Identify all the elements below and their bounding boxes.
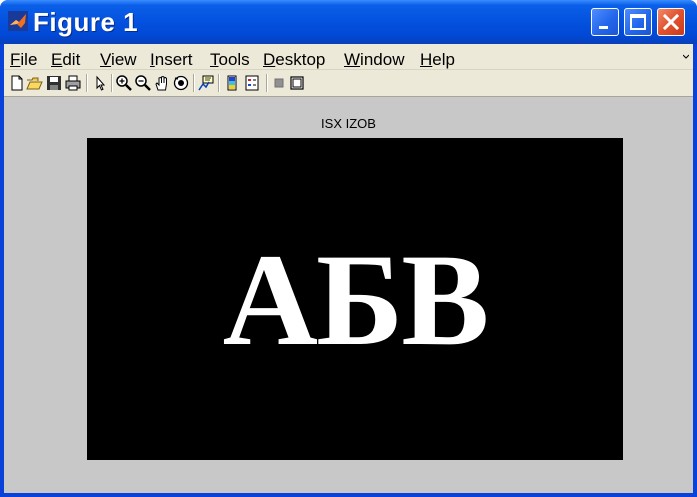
- zoom-in-icon[interactable]: [115, 74, 133, 92]
- menu-tools[interactable]: Tools: [210, 50, 250, 69]
- new-figure-icon[interactable]: [8, 74, 26, 92]
- maximize-button[interactable]: [624, 8, 652, 36]
- menu-desktop[interactable]: Desktop: [263, 50, 325, 69]
- toolbar-separator: [111, 74, 113, 92]
- toolbar-separator: [193, 74, 195, 92]
- minimize-button[interactable]: [591, 8, 619, 36]
- menu-overflow-chevron-icon[interactable]: [683, 54, 689, 60]
- zoom-out-icon[interactable]: [134, 74, 152, 92]
- open-file-icon[interactable]: [26, 74, 44, 92]
- image-axes[interactable]: АБВ: [87, 138, 623, 460]
- toolbar-separator: [266, 74, 268, 92]
- data-cursor-icon[interactable]: [197, 74, 215, 92]
- toolbar-separator: [218, 74, 220, 92]
- toolbar-separator: [86, 74, 88, 92]
- figure-canvas: ISX IZOB АБВ: [4, 97, 693, 493]
- figure-toolbar: [4, 70, 693, 97]
- menu-file[interactable]: File: [10, 50, 37, 69]
- save-icon[interactable]: [45, 74, 63, 92]
- print-icon[interactable]: [64, 74, 82, 92]
- menu-help[interactable]: Help: [420, 50, 455, 69]
- menu-insert[interactable]: Insert: [150, 50, 193, 69]
- close-button[interactable]: [657, 8, 685, 36]
- matlab-logo-icon: [8, 11, 28, 31]
- legend-icon[interactable]: [243, 74, 261, 92]
- figure-window: Figure 1 File Edit View Insert Tools Des…: [0, 0, 697, 497]
- menu-view[interactable]: View: [100, 50, 137, 69]
- title-bar[interactable]: Figure 1: [0, 0, 697, 44]
- minimize-icon: [599, 26, 608, 29]
- image-content-text: АБВ: [222, 225, 490, 373]
- menu-bar: File Edit View Insert Tools Desktop Wind…: [4, 44, 693, 70]
- window-title: Figure 1: [33, 7, 139, 37]
- menu-edit[interactable]: Edit: [51, 50, 80, 69]
- rotate-3d-icon[interactable]: [172, 74, 190, 92]
- close-icon: [662, 13, 680, 31]
- window-client-area: File Edit View Insert Tools Desktop Wind…: [4, 44, 693, 493]
- menu-window[interactable]: Window: [344, 50, 404, 69]
- colorbar-icon[interactable]: [223, 74, 241, 92]
- show-plot-tools-icon[interactable]: [288, 74, 306, 92]
- hide-plot-tools-icon[interactable]: [270, 74, 288, 92]
- axes-title: ISX IZOB: [321, 116, 376, 131]
- maximize-icon: [630, 14, 646, 30]
- edit-plot-arrow-icon[interactable]: [91, 74, 109, 92]
- pan-hand-icon[interactable]: [153, 74, 171, 92]
